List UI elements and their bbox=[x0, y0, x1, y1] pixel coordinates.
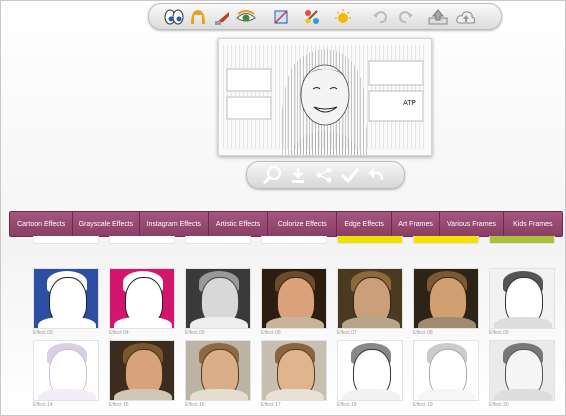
tab-kids-frames[interactable]: Kids Frames bbox=[504, 212, 562, 236]
effect-thumb[interactable]: Effect 06 bbox=[261, 268, 327, 337]
upload-icon[interactable] bbox=[427, 6, 449, 27]
zoom-icon[interactable] bbox=[261, 165, 283, 185]
top-toolbar bbox=[148, 3, 502, 30]
effect-label: Effect 15 bbox=[109, 402, 129, 408]
effect-thumb[interactable] bbox=[489, 236, 555, 244]
effect-thumb[interactable]: Effect 04 bbox=[109, 268, 175, 337]
eye-icon[interactable] bbox=[235, 6, 257, 27]
undo-icon[interactable] bbox=[369, 6, 391, 27]
effect-thumb[interactable]: Effect 19 bbox=[413, 340, 479, 409]
svg-text:ATP: ATP bbox=[403, 99, 416, 107]
effect-thumb[interactable]: Effect 03 bbox=[33, 268, 99, 337]
effect-thumb[interactable]: Effect 08 bbox=[413, 268, 479, 337]
effect-thumb[interactable] bbox=[413, 236, 479, 244]
tab-cartoon-effects[interactable]: Cartoon Effects bbox=[10, 212, 74, 236]
tab-artistic-effects[interactable]: Artistic Effects bbox=[209, 212, 269, 236]
brightness-icon[interactable] bbox=[332, 6, 354, 27]
effect-label: Effect 20 bbox=[489, 402, 509, 408]
effect-thumb[interactable]: Effect 15 bbox=[109, 340, 175, 409]
tab-various-frames[interactable]: Various Frames bbox=[440, 212, 504, 236]
effect-thumb[interactable]: Effect 09 bbox=[489, 268, 555, 337]
action-bar bbox=[246, 161, 405, 189]
effect-label: Effect 17 bbox=[261, 402, 281, 408]
effect-label: Effect 16 bbox=[185, 402, 205, 408]
effect-thumb[interactable]: Effect 18 bbox=[337, 340, 403, 409]
effect-label: Effect 09 bbox=[489, 330, 509, 336]
effect-thumb[interactable] bbox=[33, 236, 99, 244]
hair-icon[interactable] bbox=[187, 6, 209, 27]
check-icon[interactable] bbox=[339, 165, 361, 185]
tab-instagram-effects[interactable]: Instagram Effects bbox=[140, 212, 209, 236]
effect-thumb[interactable]: Effect 20 bbox=[489, 340, 555, 409]
redo-icon[interactable] bbox=[395, 6, 417, 27]
paint-icon[interactable] bbox=[301, 6, 323, 27]
effect-thumb[interactable]: Effect 07 bbox=[337, 268, 403, 337]
tab-grayscale-effects[interactable]: Grayscale Effects bbox=[73, 212, 140, 236]
effect-label: Effect 19 bbox=[413, 402, 433, 408]
crop-icon[interactable] bbox=[270, 6, 292, 27]
effect-thumb[interactable] bbox=[109, 236, 175, 244]
effect-thumb[interactable]: Effect 17 bbox=[261, 340, 327, 409]
effects-tab-bar: Cartoon Effects Grayscale Effects Instag… bbox=[9, 211, 563, 237]
effect-label: Effect 04 bbox=[109, 330, 129, 336]
effect-label: Effect 08 bbox=[413, 330, 433, 336]
effect-thumb[interactable]: Effect 05 bbox=[185, 268, 251, 337]
effect-label: Effect 03 bbox=[33, 330, 53, 336]
main-photo: ATP bbox=[218, 38, 432, 156]
share-icon[interactable] bbox=[313, 165, 335, 185]
effect-label: Effect 06 bbox=[261, 330, 281, 336]
download-icon[interactable] bbox=[287, 165, 309, 185]
effect-thumb[interactable] bbox=[185, 236, 251, 244]
effect-thumb[interactable]: Effect 14 bbox=[33, 340, 99, 409]
eyes-icon[interactable] bbox=[163, 6, 185, 27]
effect-label: Effect 18 bbox=[337, 402, 357, 408]
effect-thumb[interactable] bbox=[337, 236, 403, 244]
tab-colorize-effects[interactable]: Colorize Effects bbox=[268, 212, 338, 236]
effect-label: Effect 07 bbox=[337, 330, 357, 336]
back-icon[interactable] bbox=[365, 165, 387, 185]
cloud-upload-icon[interactable] bbox=[455, 6, 477, 27]
effects-grid: Effect 03 Effect 04 Effect 05 Effect 06 … bbox=[33, 236, 556, 414]
effect-label: Effect 05 bbox=[185, 330, 205, 336]
effect-thumb[interactable] bbox=[261, 236, 327, 244]
effect-thumb[interactable]: Effect 16 bbox=[185, 340, 251, 409]
tab-art-frames[interactable]: Art Frames bbox=[392, 212, 441, 236]
tab-edge-effects[interactable]: Edge Effects bbox=[337, 212, 392, 236]
lipstick-icon[interactable] bbox=[211, 6, 233, 27]
effect-label: Effect 14 bbox=[33, 402, 53, 408]
